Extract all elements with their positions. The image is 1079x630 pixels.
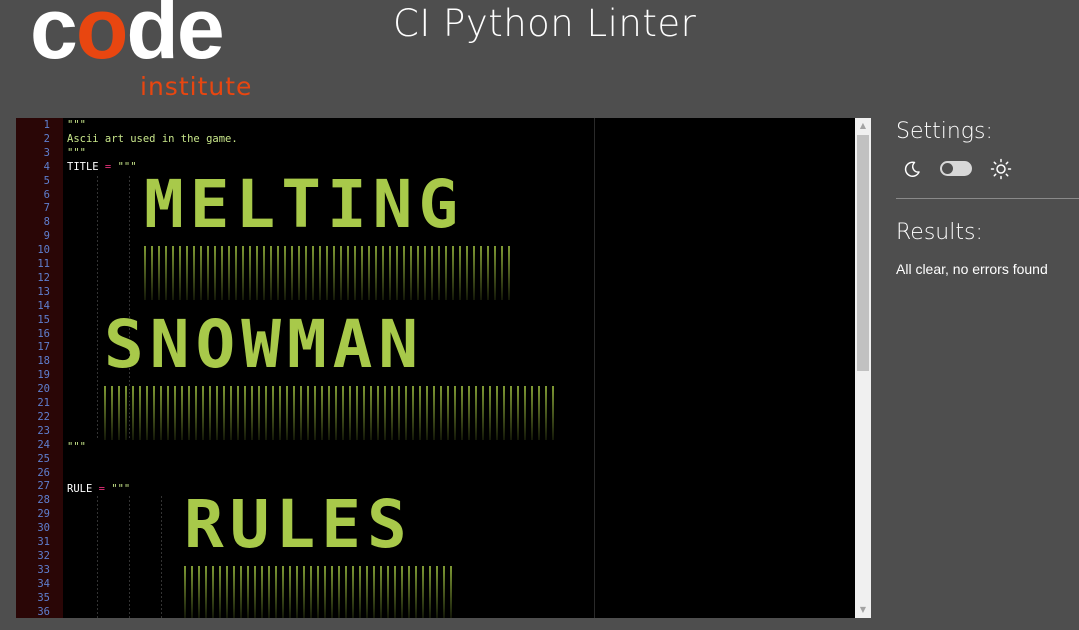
line-number: 17	[37, 341, 50, 354]
line-number: 4	[43, 160, 50, 173]
moon-icon	[904, 161, 920, 177]
line-number: 32	[37, 549, 50, 562]
line-number: 11	[37, 258, 50, 270]
line-number: 10	[37, 244, 50, 257]
scroll-up-icon[interactable]: ▲	[855, 118, 871, 134]
line-number: 15	[37, 313, 50, 326]
line-number: 7	[43, 202, 50, 215]
line-number: 5	[43, 174, 50, 187]
line-number: 1	[43, 119, 50, 131]
theme-toggle[interactable]	[940, 161, 972, 176]
line-number-gutter: 1 2 3 4 5 6 7 8 9 10 11 12 13 14 15 16 17 18 19 20 21 22 23 24 2…	[16, 118, 63, 618]
indent-guide	[97, 176, 98, 438]
scrollbar-thumb[interactable]	[857, 135, 869, 371]
line-number: 2	[43, 132, 50, 145]
line-number: 35	[37, 591, 50, 604]
logo-letter-o: o	[75, 0, 129, 77]
line-number: 34	[37, 577, 50, 590]
ascii-drips	[104, 386, 556, 440]
line-number: 30	[37, 522, 50, 535]
line-number: 23	[37, 424, 50, 437]
page: code institute CI Python Linter 12345678…	[0, 0, 1079, 630]
rule-variable: RULE	[67, 483, 93, 495]
ascii-art-rules: RULES	[184, 486, 413, 563]
line-number: 33	[37, 563, 50, 576]
results-heading: Results:	[896, 220, 983, 245]
ascii-art-melting: MELTING	[144, 166, 465, 243]
code-line-1: """	[67, 119, 86, 131]
logo-wordmark: code	[30, 0, 225, 72]
sun-icon	[990, 158, 1012, 180]
line-number: 22	[37, 410, 50, 423]
line-number: 27	[37, 480, 50, 493]
code-line-24: """	[67, 441, 86, 453]
code-institute-logo[interactable]: code institute	[28, 0, 258, 101]
indent-guide	[97, 496, 98, 618]
line-number: 8	[43, 216, 50, 229]
vertical-scrollbar[interactable]: ▲ ▼	[855, 118, 871, 618]
string-open: """	[117, 161, 137, 173]
panel-divider	[896, 198, 1079, 199]
line-number: 3	[43, 146, 50, 159]
line-number: 12	[37, 271, 50, 284]
logo-letters-de: de	[126, 0, 224, 77]
line-number: 19	[37, 369, 50, 382]
line-number: 13	[37, 285, 50, 298]
code-line-3: """	[67, 147, 86, 159]
string-open: """	[111, 483, 131, 495]
line-number: 26	[37, 466, 50, 479]
code-line-2: Ascii art used in the game.	[67, 133, 238, 145]
logo-subtitle: institute	[140, 72, 253, 101]
ascii-art-snowman: SNOWMAN	[104, 306, 425, 383]
line-number: 21	[37, 397, 50, 409]
code-line-27: RULE = """	[67, 482, 130, 496]
line-number: 14	[37, 299, 50, 312]
assign-operator: =	[98, 161, 118, 173]
scroll-down-icon[interactable]: ▼	[855, 602, 871, 618]
print-margin	[594, 118, 595, 618]
assign-operator: =	[92, 483, 112, 495]
ascii-drips	[144, 246, 510, 300]
title-variable: TITLE	[67, 161, 99, 173]
code-editor[interactable]: 1 2 3 4 5 6 7 8 9 10 11 12 13 14 15 16 17 18 19 20 21 22 23 24 2…	[16, 118, 871, 618]
line-number: 24	[37, 438, 50, 451]
toggle-knob	[942, 163, 953, 174]
indent-guide	[161, 496, 162, 618]
line-number: 6	[43, 188, 50, 201]
logo-letter-c: c	[30, 0, 78, 77]
page-title: CI Python Linter	[393, 2, 697, 45]
line-number: 18	[37, 355, 50, 368]
results-message: All clear, no errors found	[896, 261, 1048, 277]
ascii-drips	[184, 566, 452, 618]
line-number: 9	[43, 230, 50, 243]
indent-guide	[129, 496, 130, 618]
code-line-4: TITLE = """	[67, 160, 137, 174]
settings-heading: Settings:	[896, 119, 993, 144]
line-number: 36	[37, 605, 50, 618]
line-number: 28	[37, 494, 50, 507]
line-number: 25	[37, 452, 50, 465]
line-number: 31	[37, 536, 50, 548]
line-number: 29	[37, 508, 50, 521]
line-number: 16	[37, 327, 50, 340]
line-number: 20	[37, 383, 50, 396]
